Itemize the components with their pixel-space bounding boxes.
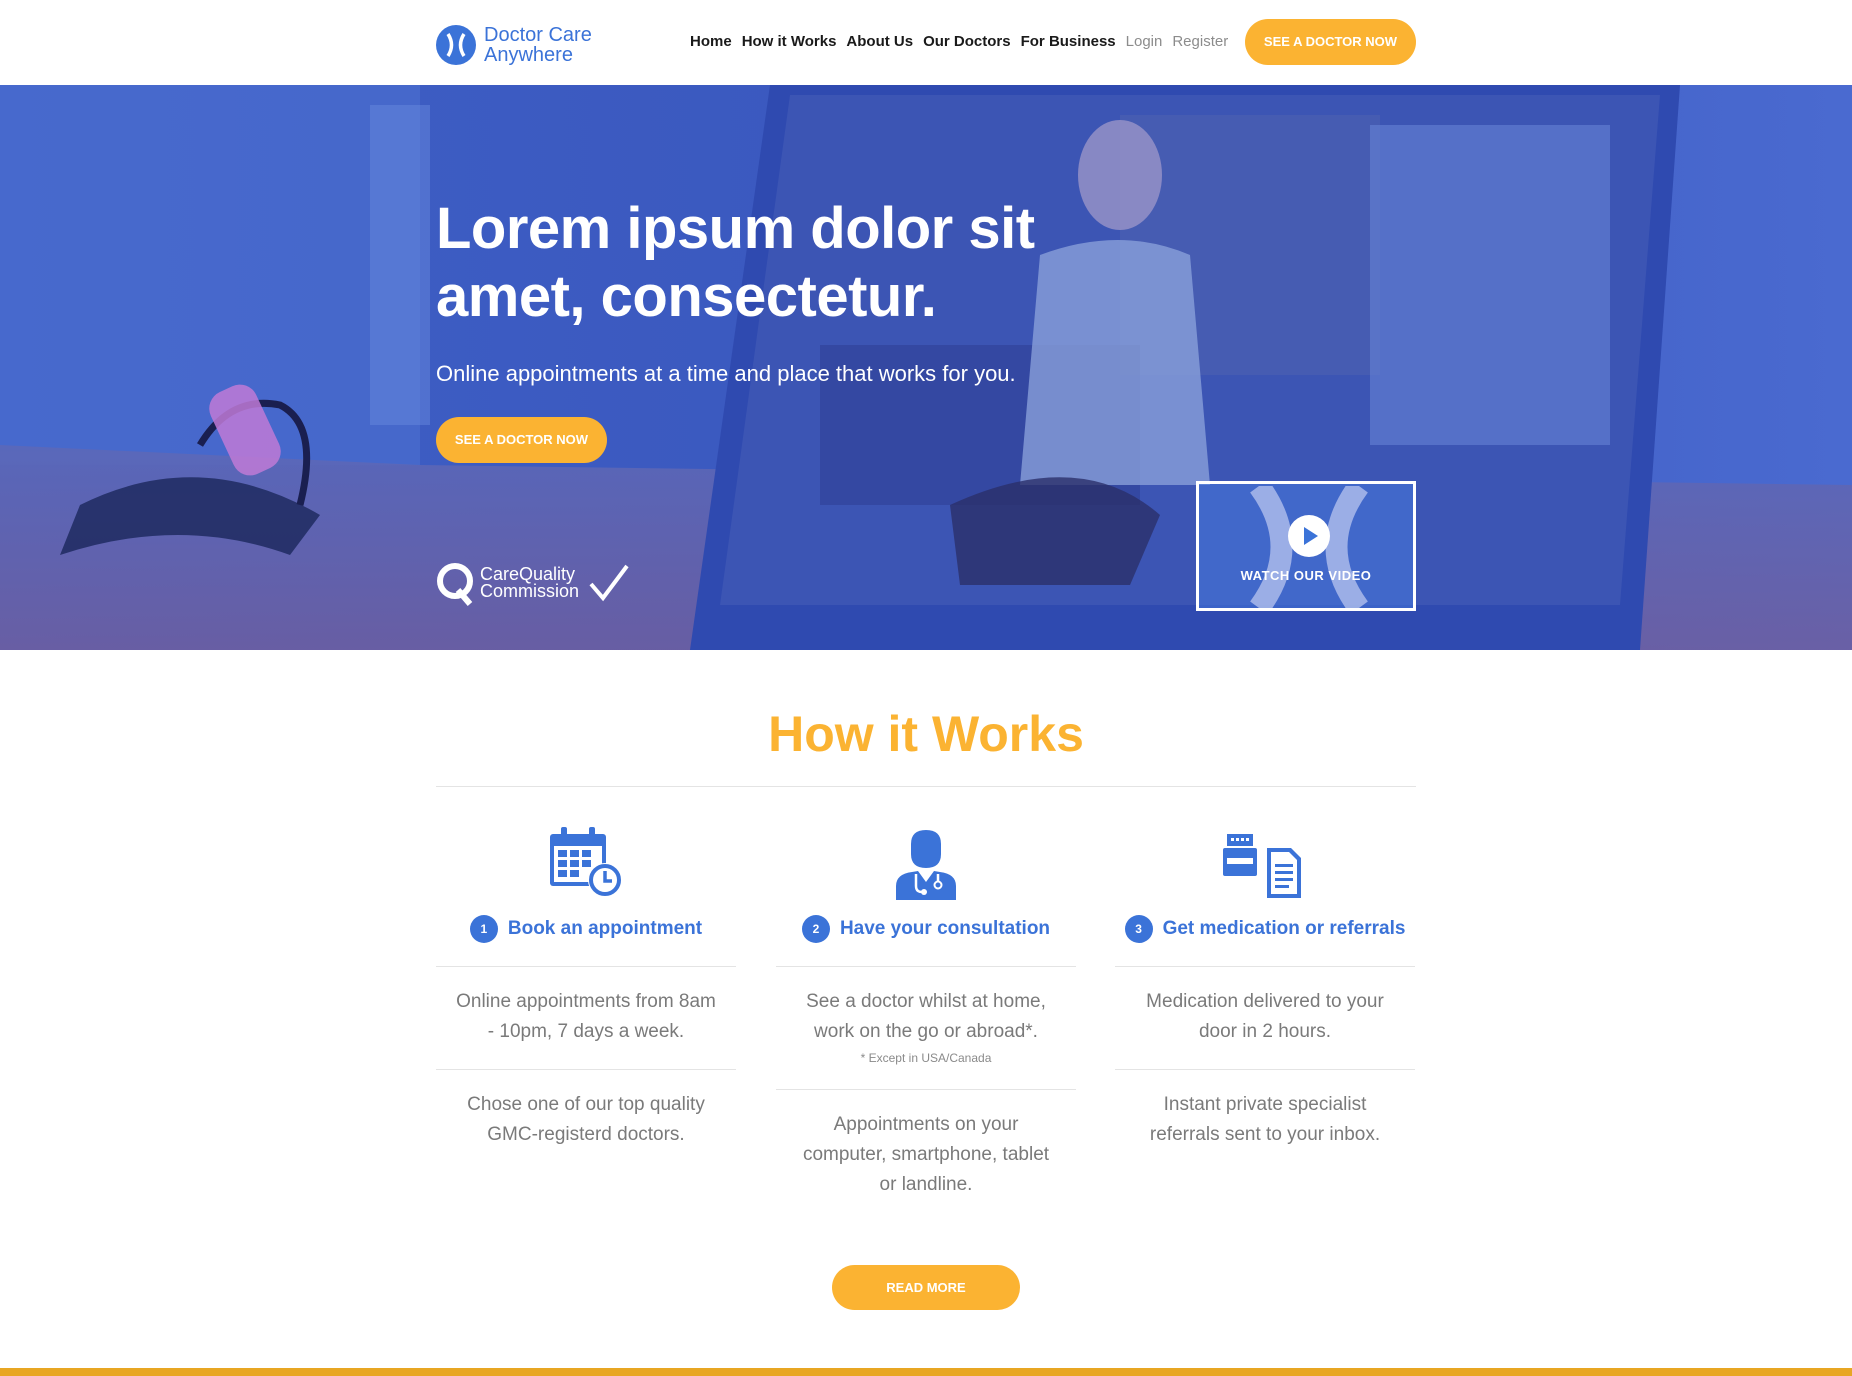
- nav-item-for-business[interactable]: For Business: [1021, 33, 1116, 50]
- step-column-book: 1 Book an appointment Online appointment…: [436, 820, 736, 1150]
- step-number-badge: 1: [469, 915, 498, 943]
- step-heading-text: Get medication or referrals: [1162, 918, 1406, 939]
- step-number-badge: 2: [801, 915, 830, 943]
- step-heading: 1 Book an appointment: [436, 914, 736, 944]
- divider: [776, 966, 1076, 967]
- step-icon-wrap: [776, 820, 1076, 900]
- cqc-badge: CareQuality Commission: [436, 560, 631, 606]
- watch-video-label: WATCH OUR VIDEO: [1240, 568, 1372, 583]
- divider: [436, 1069, 736, 1070]
- hero-subtitle: Online appointments at a time and place …: [436, 361, 1016, 386]
- how-it-works-title: How it Works: [768, 706, 1084, 762]
- doctor-icon: [896, 830, 956, 900]
- watch-video-button[interactable]: WATCH OUR VIDEO: [1196, 481, 1416, 611]
- footer-strip: [0, 1368, 1852, 1376]
- login-link[interactable]: Login: [1126, 33, 1163, 50]
- nav-item-how-it-works[interactable]: How it Works: [742, 33, 837, 50]
- step-heading-text: Book an appointment: [507, 918, 703, 939]
- read-more-button[interactable]: READ MORE: [832, 1265, 1020, 1310]
- main-nav: Home How it Works About Us Our Doctors F…: [690, 28, 1238, 54]
- step-heading: 2 Have your consultation: [776, 914, 1076, 944]
- step-text-primary: Online appointments from 8am - 10pm, 7 d…: [456, 991, 716, 1042]
- header-see-doctor-button[interactable]: SEE A DOCTOR NOW: [1245, 19, 1416, 65]
- hero-banner: Lorem ipsum dolor sit amet, consectetur.…: [0, 85, 1852, 650]
- nav-item-about-us[interactable]: About Us: [846, 33, 913, 50]
- calendar-clock-icon: [550, 827, 622, 897]
- step-text-primary: Medication delivered to your door in 2 h…: [1146, 991, 1384, 1042]
- step-column-consultation: 2 Have your consultation See a doctor wh…: [776, 820, 1076, 1200]
- section-divider: [436, 786, 1416, 787]
- brand-logo[interactable]: Doctor Care Anywhere: [436, 25, 592, 65]
- step-text-secondary: Chose one of our top quality GMC-registe…: [467, 1094, 705, 1145]
- register-link[interactable]: Register: [1172, 33, 1228, 50]
- step-footnote: * Except in USA/Canada: [860, 1051, 992, 1065]
- step-heading: 3 Get medication or referrals: [1115, 914, 1415, 944]
- logo-mark-icon: [436, 25, 476, 65]
- brand-name-line2: Anywhere: [484, 44, 573, 66]
- printer-document-icon: [1223, 834, 1301, 898]
- step-text-primary: See a doctor whilst at home, work on the…: [806, 991, 1046, 1042]
- site-header: Doctor Care Anywhere Home How it Works A…: [0, 0, 1852, 85]
- step-heading-text: Have your consultation: [839, 918, 1051, 939]
- checkmark-icon: [589, 564, 629, 602]
- step-text-secondary: Instant private specialist referrals sen…: [1149, 1094, 1381, 1145]
- step-icon-wrap: [436, 820, 736, 900]
- divider: [436, 966, 736, 967]
- hero-see-doctor-button[interactable]: SEE A DOCTOR NOW: [436, 417, 607, 463]
- step-icon-wrap: [1115, 820, 1415, 900]
- divider: [776, 1089, 1076, 1090]
- step-column-medication: 3 Get medication or referrals Medication…: [1115, 820, 1415, 1150]
- step-text-secondary: Appointments on your computer, smartphon…: [802, 1114, 1050, 1195]
- divider: [1115, 1069, 1415, 1070]
- cqc-logo-icon: [437, 563, 473, 606]
- cqc-text: CareQuality Commission: [480, 565, 580, 601]
- step-number-badge: 3: [1124, 915, 1153, 943]
- hero-title: Lorem ipsum dolor sit amet, consectetur.: [436, 196, 1035, 329]
- nav-item-home[interactable]: Home: [690, 33, 732, 50]
- brand-name: Doctor Care Anywhere: [484, 25, 592, 65]
- divider: [1115, 966, 1415, 967]
- play-icon: [1288, 515, 1330, 557]
- cqc-line2: Commission: [480, 581, 580, 601]
- brand-name-line1: Doctor Care: [484, 24, 592, 46]
- nav-item-our-doctors[interactable]: Our Doctors: [923, 33, 1011, 50]
